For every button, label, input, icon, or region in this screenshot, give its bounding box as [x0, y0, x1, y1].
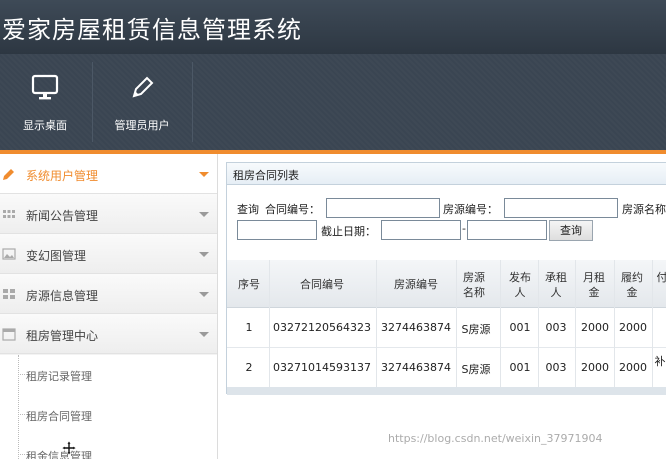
- sidebar-item-label: 变幻图管理: [26, 249, 87, 263]
- column-header: 付: [656, 271, 666, 284]
- sidebar-subitem-label: 租房合同管理: [26, 410, 92, 423]
- chevron-down-icon: [199, 212, 209, 217]
- chevron-down-icon: [199, 252, 209, 257]
- column-header: 房源编号: [394, 278, 438, 291]
- house-name-input[interactable]: [237, 220, 317, 240]
- column-divider: [500, 260, 501, 388]
- table-cell: 2000: [619, 321, 647, 334]
- app-header: 爱家房屋租赁信息管理系统: [0, 0, 666, 54]
- table-row[interactable]: 1 03272120564323 3274463874 S房源 001 003 …: [227, 308, 666, 348]
- toolbar: 显示桌面 管理员用户: [0, 54, 666, 150]
- column-divider: [456, 260, 457, 388]
- image-icon: [2, 247, 16, 261]
- house-no-input[interactable]: [504, 198, 618, 218]
- sidebar-item-news[interactable]: 新闻公告管理: [0, 194, 217, 234]
- sidebar-item-system-users[interactable]: 系统用户管理: [0, 154, 217, 194]
- table-row[interactable]: 2 03271014593137 3274463874 S房源 001 003 …: [227, 348, 666, 388]
- chevron-down-icon: [199, 172, 209, 177]
- horizontal-scrollbar[interactable]: [227, 387, 666, 395]
- admin-user-label: 管理员用户: [114, 119, 170, 132]
- contract-no-label: 合同编号：: [265, 203, 320, 216]
- table-cell: 003: [545, 361, 567, 374]
- panel-title-bar: 租房合同列表: [227, 163, 666, 185]
- table-header: 序号 合同编号 房源编号 房源名称 发布人 承租人 月租金 履约金 付: [227, 260, 666, 308]
- start-date-input[interactable]: [381, 220, 461, 240]
- end-date-input[interactable]: [467, 220, 547, 240]
- tiles-icon: [2, 287, 16, 301]
- table-cell: 3274463874: [381, 321, 451, 334]
- panel-title: 租房合同列表: [233, 169, 299, 182]
- column-divider: [269, 260, 270, 388]
- column-header: 月租金: [583, 271, 605, 299]
- column-divider: [652, 260, 653, 388]
- table-cell: 补: [654, 355, 666, 368]
- table-cell: 1: [245, 321, 253, 334]
- table-cell: 001: [509, 321, 531, 334]
- contract-list-panel: 租房合同列表 查询 合同编号： 房源编号： 房源名称 截止日期： - 查询 序号…: [226, 162, 666, 395]
- show-desktop-label: 显示桌面: [23, 119, 67, 132]
- column-header: 发布人: [509, 271, 531, 299]
- column-header: 履约金: [621, 271, 643, 299]
- table-cell: S房源: [461, 323, 491, 336]
- table-cell: 2000: [619, 361, 647, 374]
- sidebar-subitem-rent-info[interactable]: 租金信息管理: [18, 435, 208, 459]
- table-cell: 2000: [581, 361, 609, 374]
- move-cursor-icon: [61, 440, 77, 456]
- rental-submenu: 租房记录管理 租房合同管理 租金信息管理: [0, 355, 217, 459]
- table-cell: 2: [245, 361, 253, 374]
- column-header: 合同编号: [300, 278, 344, 291]
- toolbar-divider: [192, 62, 193, 142]
- table-cell: 3274463874: [381, 361, 451, 374]
- watermark: https://blog.csdn.net/weixin_37971904: [388, 432, 603, 445]
- show-desktop-button[interactable]: 显示桌面: [0, 54, 90, 150]
- query-prefix-label: 查询: [237, 203, 259, 216]
- column-header: 房源名称: [463, 271, 485, 299]
- query-form: 查询 合同编号： 房源编号： 房源名称 截止日期： -: [227, 185, 666, 260]
- sidebar-item-label: 系统用户管理: [26, 169, 99, 183]
- sidebar-item-rental-center[interactable]: 租房管理中心: [0, 314, 217, 354]
- contract-no-input[interactable]: [326, 198, 440, 218]
- column-header: 承租人: [545, 271, 567, 299]
- house-name-label: 房源名称: [622, 203, 666, 216]
- grid-icon: [2, 207, 16, 221]
- column-header: 序号: [238, 278, 260, 291]
- pencil-icon: [2, 167, 16, 181]
- tree-tick: [18, 414, 25, 415]
- sidebar-subitem-rental-records[interactable]: 租房记录管理: [18, 355, 208, 395]
- admin-user-button[interactable]: 管理员用户: [96, 54, 188, 150]
- end-date-label: 截止日期：: [321, 225, 376, 238]
- pencil-icon: [128, 74, 156, 105]
- sidebar-subitem-label: 租金信息管理: [26, 450, 92, 459]
- tree-tick: [18, 374, 25, 375]
- chevron-down-icon: [199, 292, 209, 297]
- sidebar-item-label: 房源信息管理: [26, 289, 99, 303]
- toolbar-divider: [92, 62, 93, 142]
- sidebar-subitem-contracts[interactable]: 租房合同管理: [18, 395, 208, 435]
- table-cell: 003: [545, 321, 567, 334]
- column-divider: [538, 260, 539, 388]
- column-divider: [575, 260, 576, 388]
- tree-tick: [18, 454, 25, 455]
- sidebar: 系统用户管理 新闻公告管理 变幻图管理 房源信息管理 租房管理中心 租房记录管理…: [0, 154, 218, 459]
- table-cell: 03271014593137: [273, 361, 371, 374]
- sidebar-item-label: 新闻公告管理: [26, 209, 99, 223]
- monitor-icon: [30, 74, 60, 105]
- sidebar-item-slideshow[interactable]: 变幻图管理: [0, 234, 217, 274]
- sidebar-item-label: 租房管理中心: [26, 329, 99, 343]
- date-separator: -: [462, 222, 466, 235]
- table-cell: S房源: [461, 363, 491, 376]
- calendar-icon: [2, 327, 16, 341]
- chevron-down-icon: [199, 332, 209, 337]
- column-divider: [614, 260, 615, 388]
- contract-table: 序号 合同编号 房源编号 房源名称 发布人 承租人 月租金 履约金 付 1 03…: [227, 260, 666, 395]
- search-button[interactable]: 查询: [549, 220, 593, 241]
- house-no-label: 房源编号：: [443, 203, 498, 216]
- table-cell: 001: [509, 361, 531, 374]
- table-cell: 03272120564323: [273, 321, 371, 334]
- table-cell: 2000: [581, 321, 609, 334]
- sidebar-subitem-label: 租房记录管理: [26, 370, 92, 383]
- column-divider: [376, 260, 377, 388]
- sidebar-item-houses[interactable]: 房源信息管理: [0, 274, 217, 314]
- app-title: 爱家房屋租赁信息管理系统: [2, 16, 302, 44]
